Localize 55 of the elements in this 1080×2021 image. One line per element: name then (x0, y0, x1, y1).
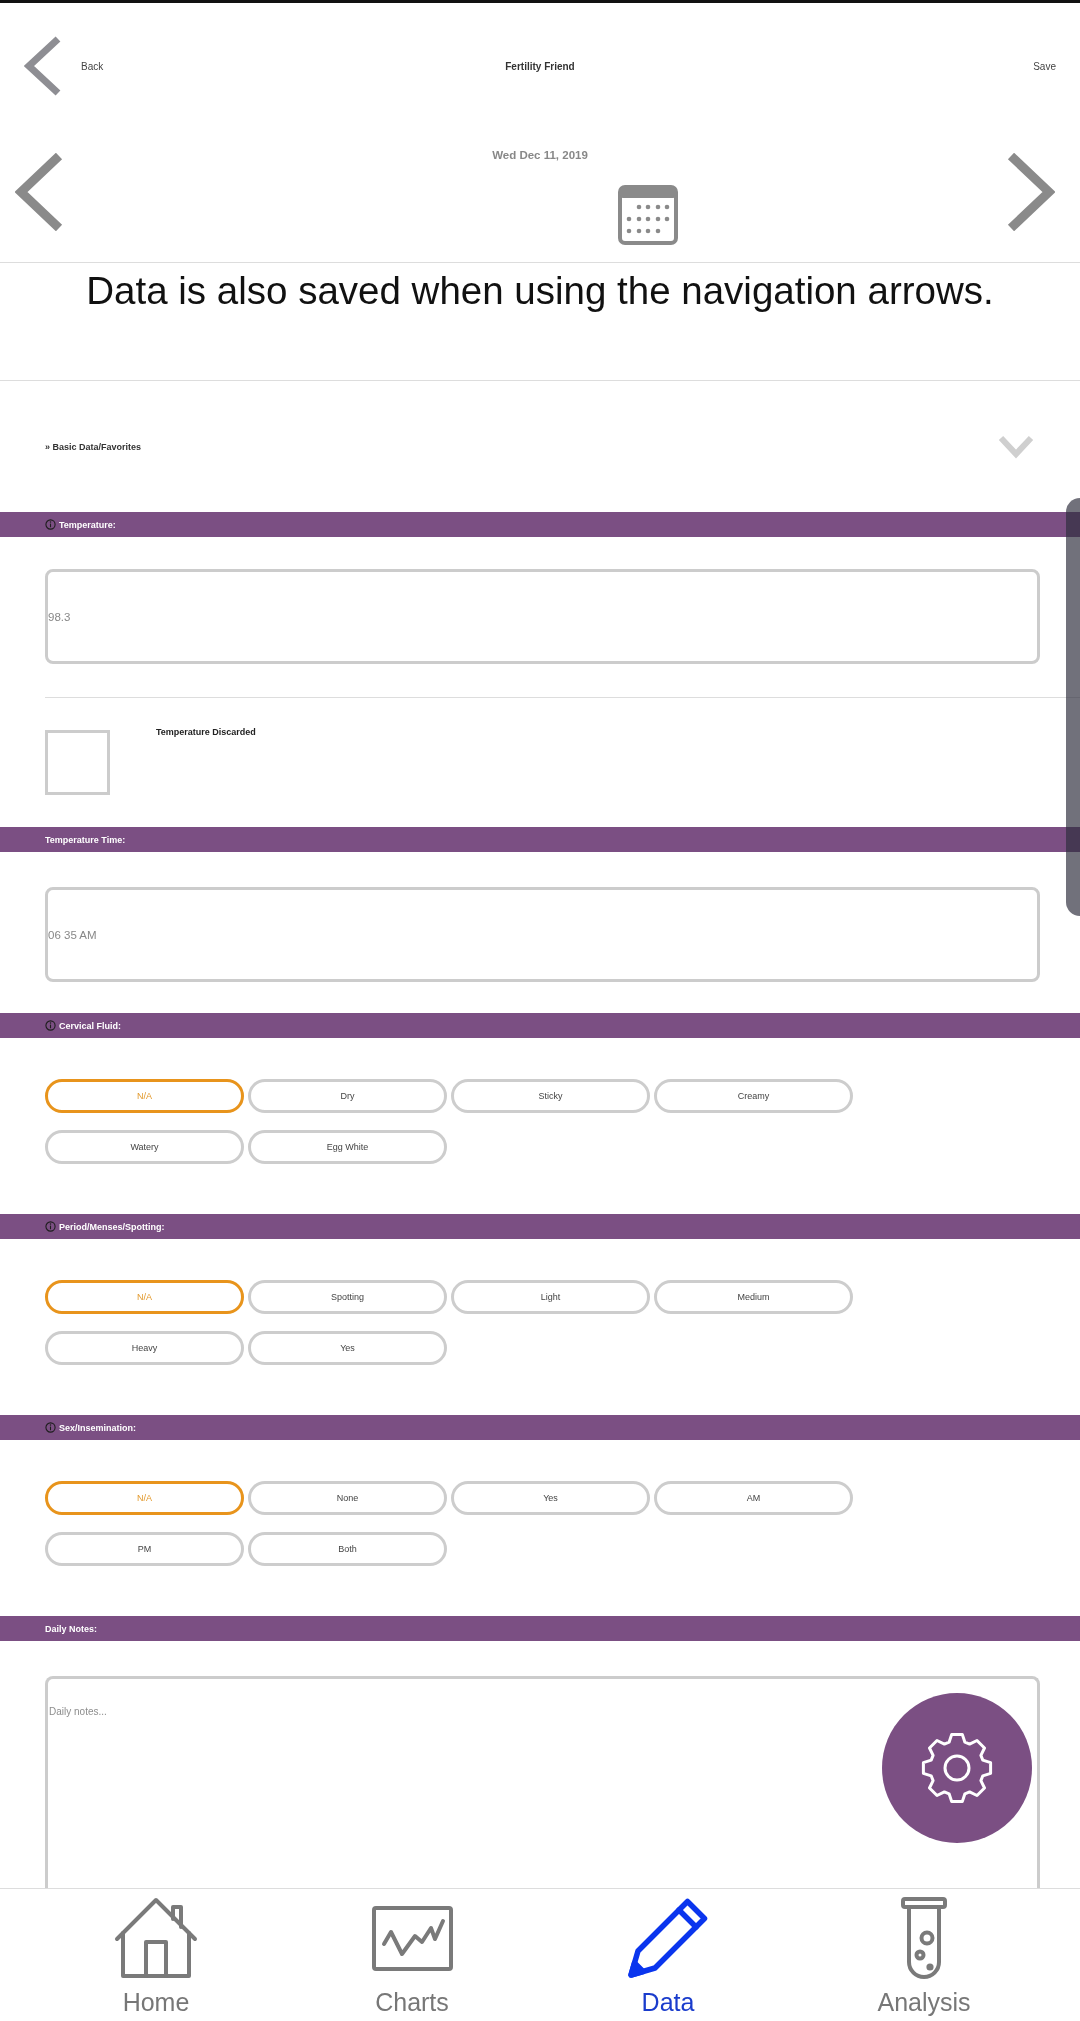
chevron-left-icon (24, 36, 62, 96)
nav-tab[interactable]: Charts (371, 1889, 453, 2021)
side-handle[interactable] (1066, 498, 1080, 916)
option-button[interactable]: Both (248, 1532, 447, 1566)
collapse-button[interactable] (998, 434, 1034, 459)
option-button[interactable]: Dry (248, 1079, 447, 1113)
chevron-down-icon (998, 434, 1034, 459)
save-button[interactable]: Save (1033, 60, 1056, 72)
input-field[interactable]: 98.3 (45, 569, 1040, 664)
input-field[interactable]: 06 35 AM (45, 887, 1040, 982)
date-label: Wed Dec 11, 2019 (492, 148, 588, 163)
field-label: Cervical Fluid: (59, 1020, 121, 1031)
option-button[interactable]: Yes (248, 1331, 447, 1365)
settings-icon (920, 1731, 994, 1805)
info-icon[interactable] (45, 1221, 56, 1232)
checkbox[interactable] (45, 730, 110, 795)
option-button[interactable]: Spotting (248, 1280, 447, 1314)
field-label: Daily Notes: (45, 1623, 97, 1634)
info-icon[interactable] (45, 1020, 56, 1031)
option-button[interactable]: AM (654, 1481, 853, 1515)
notice-text: Data is also saved when using the navigation arrows. (86, 269, 994, 312)
nav-tab[interactable]: Analysis (877, 1889, 971, 2021)
field-label: Temperature Time: (45, 834, 126, 845)
option-button[interactable]: Heavy (45, 1331, 244, 1365)
calendar-button[interactable] (618, 185, 678, 245)
option-button[interactable]: Watery (45, 1130, 244, 1164)
option-button[interactable]: Creamy (654, 1079, 853, 1113)
option-button[interactable]: None (248, 1481, 447, 1515)
pencil-icon (626, 1897, 710, 1979)
option-button[interactable]: Sticky (451, 1079, 650, 1113)
option-button[interactable]: Medium (654, 1280, 853, 1314)
previous-day-button[interactable] (15, 153, 63, 231)
nav-tab[interactable]: Home (114, 1889, 198, 2021)
option-button[interactable]: Light (451, 1280, 650, 1314)
option-button[interactable]: Egg White (248, 1130, 447, 1164)
field-label: Sex/Insemination: (59, 1422, 137, 1433)
test-tube-icon (901, 1897, 947, 1979)
option-button[interactable]: PM (45, 1532, 244, 1566)
checkbox-label: Temperature Discarded (156, 727, 256, 737)
section-title: » Basic Data/Favorites (45, 441, 142, 452)
line-chart-icon (371, 1905, 453, 1971)
chevron-left-icon (15, 153, 63, 231)
chevron-right-icon (1007, 153, 1055, 231)
nav-tab[interactable]: Data (626, 1889, 710, 2021)
notes-field[interactable]: Daily notes... (45, 1676, 1040, 1888)
house-icon (114, 1897, 198, 1979)
option-button[interactable]: Yes (451, 1481, 650, 1515)
app-title: Fertility Friend (505, 60, 575, 72)
back-button[interactable]: Back (24, 36, 104, 96)
field-label: Period/Menses/Spotting: (59, 1221, 165, 1232)
info-icon[interactable] (45, 1422, 56, 1433)
info-icon[interactable] (45, 519, 56, 530)
calendar-icon (618, 185, 678, 245)
next-day-button[interactable] (1007, 153, 1055, 231)
field-label: Temperature: (59, 519, 116, 530)
